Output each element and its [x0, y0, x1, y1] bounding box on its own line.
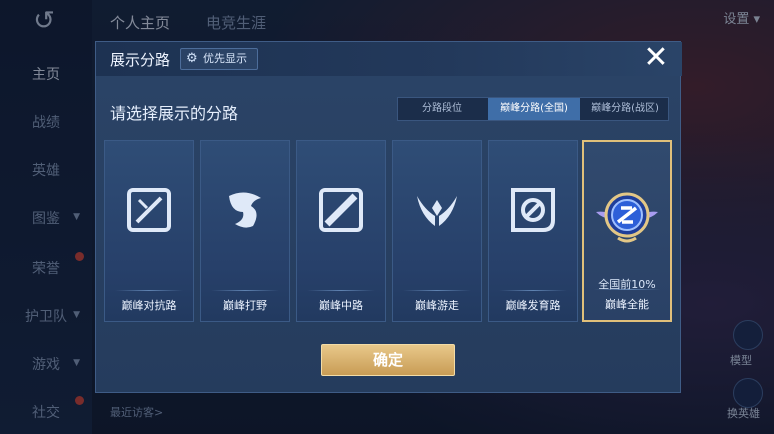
lane-card-support[interactable]: 巅峰游走 [392, 140, 482, 322]
priority-display-button[interactable]: ⚙ 优先显示 [180, 48, 258, 70]
confirm-button[interactable]: 确定 [321, 344, 455, 376]
wings-icon [417, 196, 457, 226]
dragon-icon [229, 192, 261, 228]
lane-display-dialog: 展示分路 ⚙ 优先显示 ✕ 请选择展示的分路 分路段位 巅峰分路(全国) 巅峰分… [95, 41, 682, 393]
lane-card-label: 巅峰游走 [415, 299, 459, 312]
lane-card-jungle[interactable]: 巅峰打野 [200, 140, 290, 322]
target-icon [511, 188, 555, 232]
lane-card-mid[interactable]: 巅峰中路 [296, 140, 386, 322]
allround-emblem-icon [596, 192, 658, 243]
gear-icon: ⚙ [186, 51, 198, 66]
lane-card-label: 巅峰打野 [223, 299, 267, 312]
lane-card-label: 巅峰全能 [605, 298, 649, 311]
dialog-header: 展示分路 ⚙ 优先显示 ✕ [96, 42, 682, 76]
priority-display-label: 优先显示 [203, 52, 247, 65]
card-divider [403, 290, 471, 291]
lane-mode-tabs: 分路段位 巅峰分路(全国) 巅峰分路(战区) [397, 97, 669, 121]
card-divider [211, 290, 279, 291]
lane-card-label: 巅峰中路 [319, 299, 363, 312]
tab-peak-lane-national[interactable]: 巅峰分路(全国) [488, 98, 580, 120]
card-divider [594, 289, 660, 290]
tab-peak-lane-region[interactable]: 巅峰分路(战区) [582, 98, 668, 120]
lane-card-adc[interactable]: 巅峰发育路 [488, 140, 578, 322]
sword-icon [127, 188, 171, 232]
lane-card-list: 巅峰对抗路 巅峰打野 巅峰中路 巅峰游走 巅峰发育路 全国前10% 巅峰全能 [104, 140, 674, 322]
card-divider [115, 290, 183, 291]
card-divider [499, 290, 567, 291]
card-divider [307, 290, 375, 291]
tab-lane-rank[interactable]: 分路段位 [398, 98, 486, 120]
lane-card-label: 巅峰对抗路 [121, 299, 177, 312]
close-icon[interactable]: ✕ [641, 43, 671, 74]
lane-card-allround[interactable]: 全国前10% 巅峰全能 [582, 140, 672, 322]
lane-card-top[interactable]: 巅峰对抗路 [104, 140, 194, 322]
staff-icon [319, 188, 363, 232]
select-lane-prompt: 请选择展示的分路 [110, 104, 239, 123]
lane-card-label: 巅峰发育路 [505, 299, 561, 312]
dialog-title: 展示分路 [110, 51, 171, 69]
